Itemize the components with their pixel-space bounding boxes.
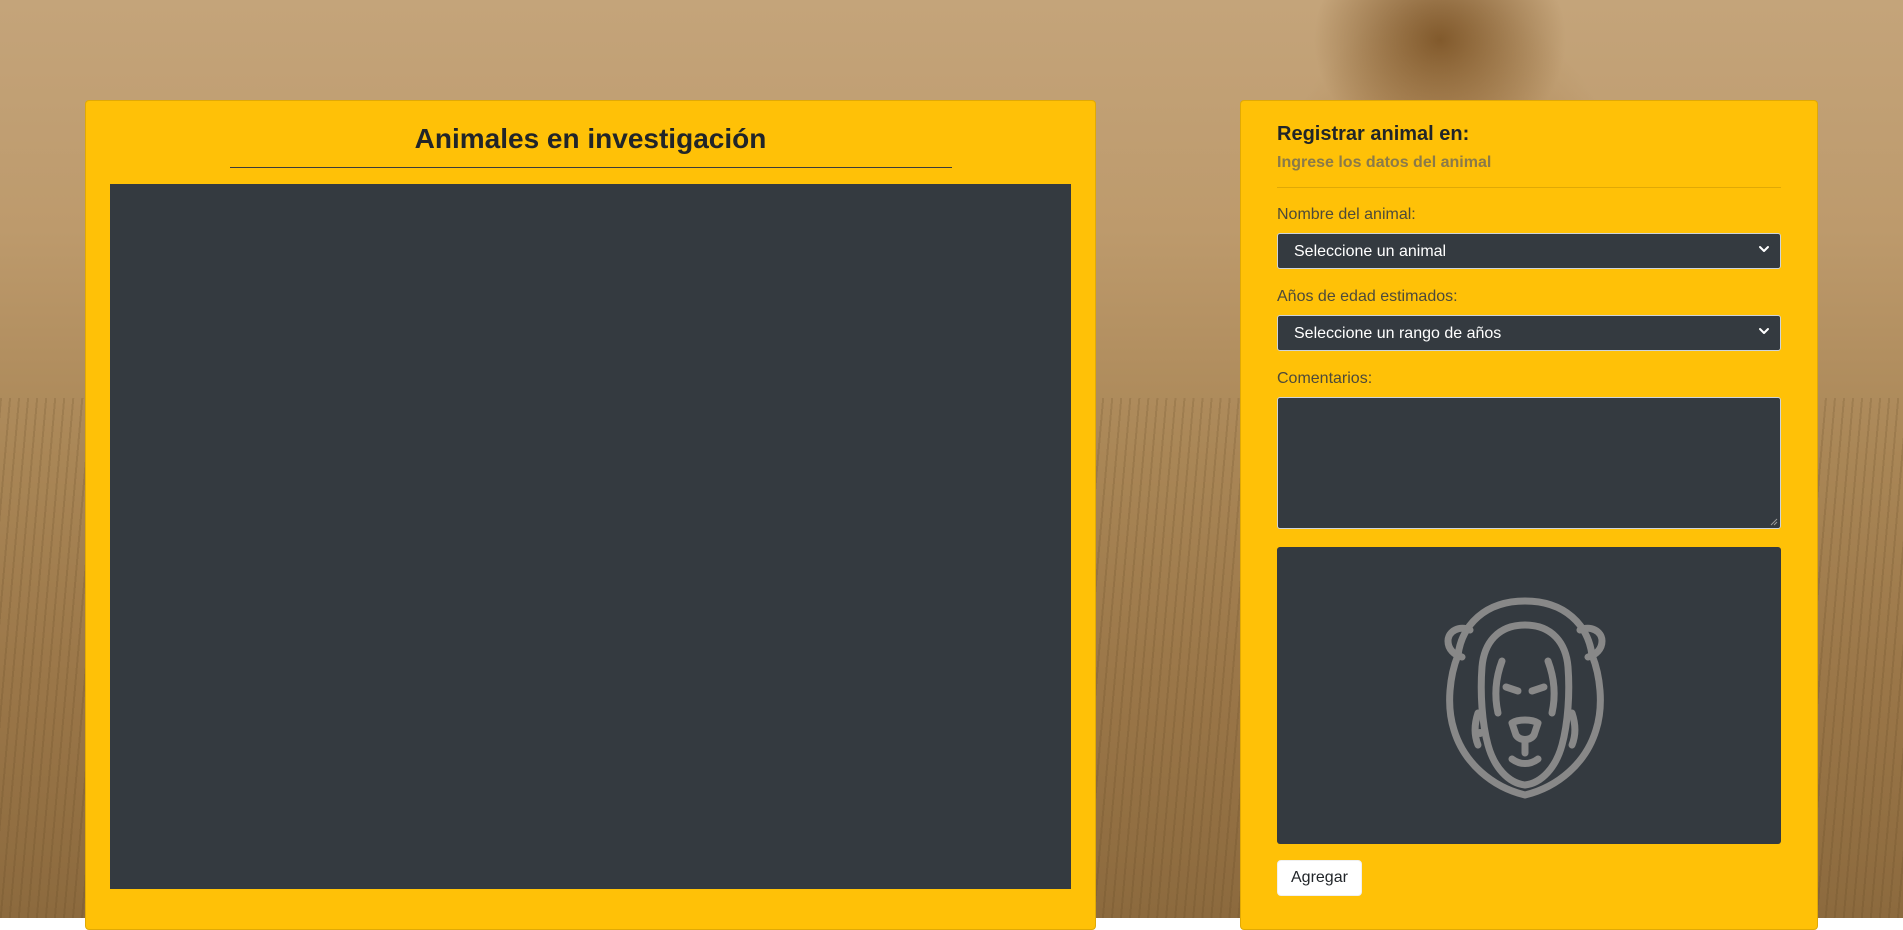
animal-select-value: Seleccione un animal [1294,243,1447,260]
title-divider [230,167,952,168]
form-subtitle: Ingrese los datos del animal [1277,154,1492,171]
lion-icon-detail [1476,729,1484,737]
animal-label: Nombre del animal: [1277,206,1416,223]
comments-label: Comentarios: [1277,370,1373,387]
chevron-down-icon [1759,246,1769,252]
chevron-down-icon [1759,328,1769,334]
resize-grip-icon[interactable] [1770,518,1778,526]
lion-icon [1444,597,1606,799]
register-form-card: Registrar animal en: Ingrese los datos d… [1240,100,1818,930]
add-button[interactable]: Agregar [1277,860,1362,896]
comments-textarea[interactable] [1277,397,1781,529]
form-title: Registrar animal en: [1277,123,1470,145]
age-label: Años de edad estimados: [1277,288,1458,305]
age-select[interactable]: Seleccione un rango de años [1277,315,1781,351]
animals-container [110,184,1071,889]
age-select-value: Seleccione un rango de años [1294,325,1502,342]
form-divider [1277,187,1781,188]
animals-panel: Animales en investigación [85,100,1096,930]
panel-title: Animales en investigación [414,123,767,154]
animal-preview [1277,547,1781,844]
animal-select[interactable]: Seleccione un animal [1277,233,1781,269]
